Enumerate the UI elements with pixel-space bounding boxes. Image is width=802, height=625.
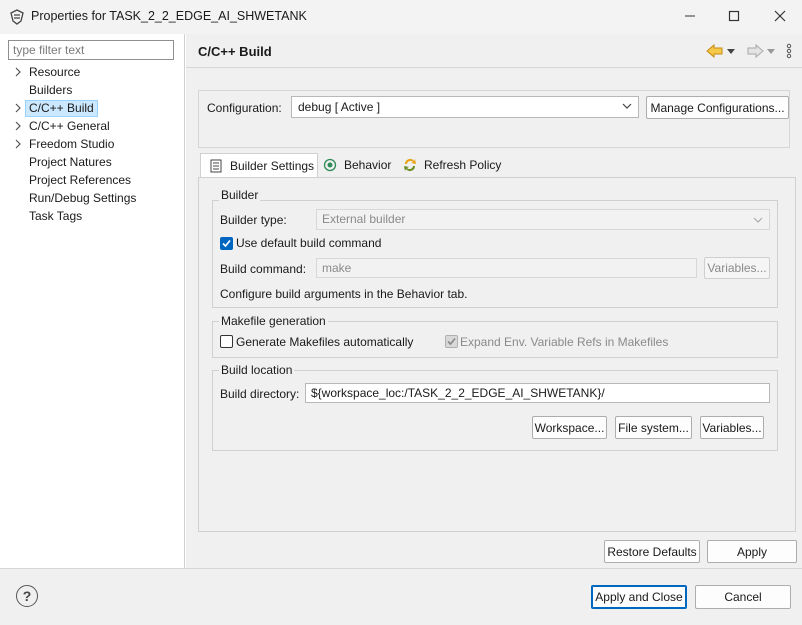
file-system-button[interactable]: File system... <box>615 416 692 439</box>
builder-settings-icon <box>208 158 224 174</box>
tab-behavior[interactable]: Behavior <box>322 153 398 177</box>
tree-item-label: C/C++ Build <box>25 100 98 117</box>
forward-arrow-icon[interactable] <box>746 44 764 58</box>
restore-defaults-button[interactable]: Restore Defaults <box>604 540 700 563</box>
tree-item-freedom-studio[interactable]: Freedom Studio <box>0 136 184 153</box>
minimize-button[interactable] <box>676 5 704 27</box>
apply-and-close-button[interactable]: Apply and Close <box>591 585 687 609</box>
filter-input[interactable] <box>8 40 174 60</box>
back-arrow-icon[interactable] <box>706 44 724 58</box>
minimize-icon <box>685 15 695 17</box>
tree-item-label: Task Tags <box>29 209 83 223</box>
dropdown-icon[interactable] <box>766 46 776 56</box>
builder-type-value: External builder <box>322 212 406 226</box>
refresh-policy-icon <box>402 157 418 173</box>
generate-makefiles-label: Generate Makefiles automatically <box>236 335 414 349</box>
tab-label: Refresh Policy <box>424 158 502 172</box>
location-variables-button[interactable]: Variables... <box>700 416 764 439</box>
chevron-right-icon[interactable] <box>13 103 23 113</box>
generate-makefiles-checkbox[interactable] <box>220 335 233 348</box>
behavior-icon <box>322 157 338 173</box>
builder-variables-button[interactable]: Variables... <box>704 257 770 279</box>
tab-label: Builder Settings <box>230 158 315 173</box>
tab-label: Behavior <box>344 158 392 172</box>
tree-item-label: Project Natures <box>29 155 112 169</box>
use-default-command-checkbox[interactable] <box>220 237 233 250</box>
build-location-group-title: Build location <box>219 363 295 377</box>
build-command-field: make <box>316 258 697 278</box>
tree-item-project-references[interactable]: Project References <box>0 172 184 189</box>
tab-refresh-policy[interactable]: Refresh Policy <box>402 153 504 177</box>
apply-button[interactable]: Apply <box>707 540 797 563</box>
use-default-command-label: Use default build command <box>236 236 382 250</box>
header-separator <box>186 67 802 68</box>
chevron-down-icon <box>622 103 632 109</box>
tree-item-builders[interactable]: Builders <box>0 82 184 99</box>
build-directory-input[interactable]: ${workspace_loc:/TASK_2_2_EDGE_AI_SHWETA… <box>305 383 770 403</box>
cancel-button[interactable]: Cancel <box>695 585 791 609</box>
chevron-down-icon <box>753 217 763 223</box>
makefile-group-title: Makefile generation <box>219 314 328 328</box>
property-page: C/C++ Build Configuration: debug [ Activ… <box>186 34 802 568</box>
build-command-label: Build command: <box>220 262 307 276</box>
configuration-section: Configuration: debug [ Active ] Manage C… <box>198 90 790 148</box>
help-icon[interactable]: ? <box>16 585 38 607</box>
chevron-right-icon[interactable] <box>13 139 23 149</box>
configuration-value: debug [ Active ] <box>298 100 381 114</box>
tree-item-label: Resource <box>29 65 81 79</box>
tree-item-project-natures[interactable]: Project Natures <box>0 154 184 171</box>
close-button[interactable] <box>766 5 794 27</box>
tree-item-label: C/C++ General <box>29 119 110 133</box>
chevron-right-icon[interactable] <box>13 67 23 77</box>
page-navigation <box>706 42 792 60</box>
more-options-icon[interactable] <box>786 43 792 59</box>
expand-env-refs-checkbox[interactable] <box>445 335 458 348</box>
maximize-icon <box>728 10 740 22</box>
builder-hint: Configure build arguments in the Behavio… <box>220 287 468 301</box>
window-title: Properties for TASK_2_2_EDGE_AI_SHWETANK <box>31 9 307 23</box>
maximize-button[interactable] <box>720 5 748 27</box>
configuration-select[interactable]: debug [ Active ] <box>291 96 639 118</box>
workspace-button[interactable]: Workspace... <box>532 416 607 439</box>
page-title: C/C++ Build <box>198 44 272 59</box>
tree-item-label: Freedom Studio <box>29 137 115 151</box>
tree-item-label: Builders <box>29 83 73 97</box>
build-directory-label: Build directory: <box>220 387 300 401</box>
sidebar: Resource Builders C/C++ Build C/C++ Gene… <box>0 34 185 568</box>
close-icon <box>774 10 786 22</box>
builder-type-select: External builder <box>316 209 770 230</box>
tree-item-resource[interactable]: Resource <box>0 64 184 81</box>
builder-group-title: Builder <box>219 188 261 202</box>
tree-item-task-tags[interactable]: Task Tags <box>0 208 184 225</box>
checkmark-icon <box>222 239 231 248</box>
builder-type-label: Builder type: <box>220 213 287 227</box>
dialog-footer: ? Apply and Close Cancel <box>0 568 802 625</box>
checkmark-icon <box>447 337 456 346</box>
tree-item-run-debug-settings[interactable]: Run/Debug Settings <box>0 190 184 207</box>
tree-item-label: Project References <box>29 173 132 187</box>
dropdown-icon[interactable] <box>726 46 736 56</box>
app-icon <box>9 9 25 25</box>
configuration-label: Configuration: <box>207 101 282 115</box>
manage-configurations-button[interactable]: Manage Configurations... <box>646 96 789 119</box>
tab-builder-settings[interactable]: Builder Settings <box>200 153 318 177</box>
tree-item-cpp-build[interactable]: C/C++ Build <box>0 100 184 117</box>
tree-item-label: Run/Debug Settings <box>29 191 137 205</box>
expand-env-refs-label: Expand Env. Variable Refs in Makefiles <box>460 335 669 349</box>
tree-item-cpp-general[interactable]: C/C++ General <box>0 118 184 135</box>
title-bar: Properties for TASK_2_2_EDGE_AI_SHWETANK <box>0 0 802 34</box>
build-directory-value: ${workspace_loc:/TASK_2_2_EDGE_AI_SHWETA… <box>311 386 605 400</box>
builder-settings-panel: Builder Builder type: External builder U… <box>198 177 796 532</box>
build-command-value: make <box>322 261 352 275</box>
chevron-right-icon[interactable] <box>13 121 23 131</box>
